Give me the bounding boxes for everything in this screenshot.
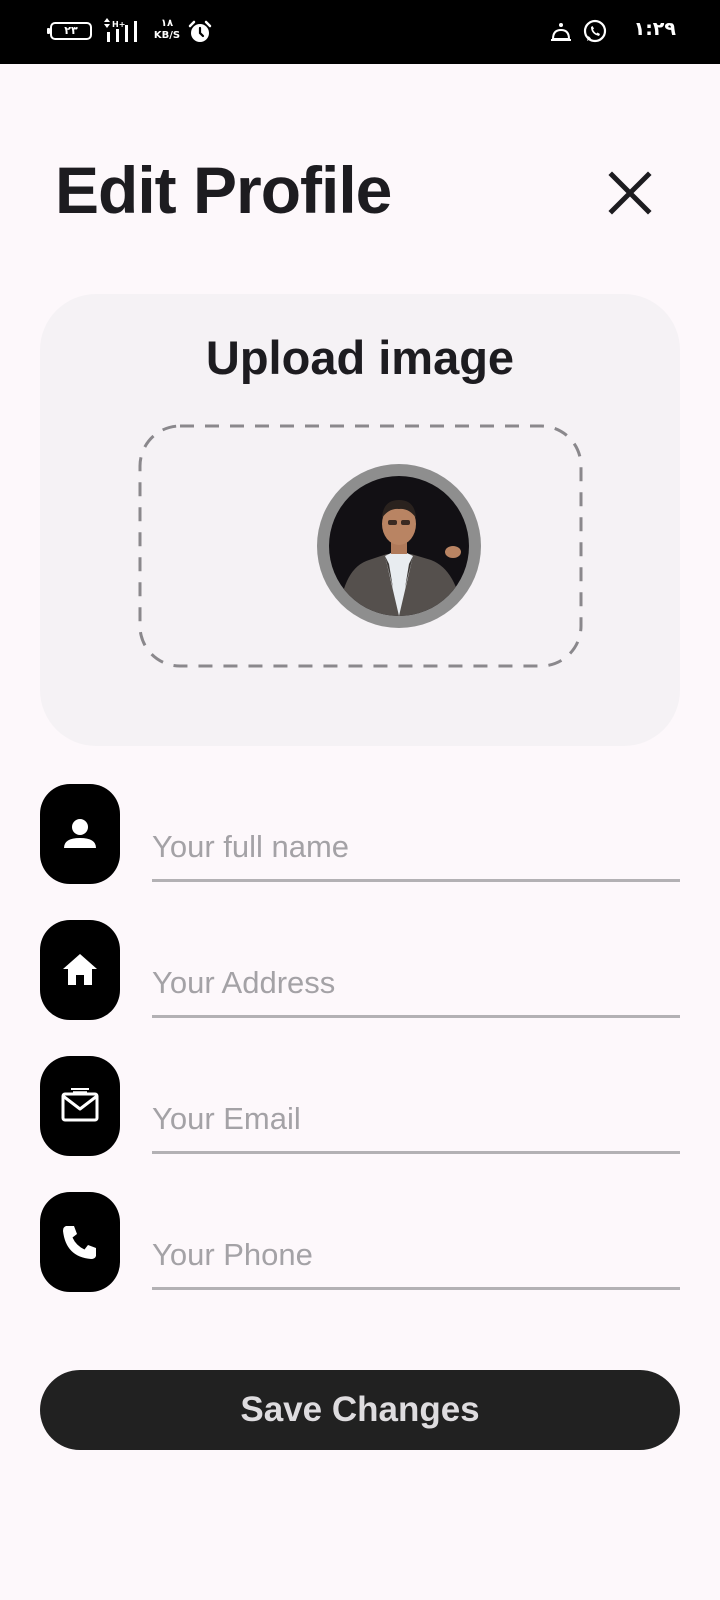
name-icon-tile	[40, 784, 120, 884]
address-input[interactable]	[152, 920, 680, 1018]
image-dropzone[interactable]	[138, 424, 583, 668]
upload-title: Upload image	[205, 331, 515, 384]
status-bar: ٢٣ H+ ١٨ KB/S ١:٢٩	[0, 0, 720, 64]
full-name-input[interactable]	[152, 784, 680, 882]
whatsapp-icon	[583, 19, 607, 43]
status-time: ١:٢٩	[633, 18, 676, 40]
network-speed: ١٨ KB/S	[150, 18, 184, 42]
phone-icon-tile	[40, 1192, 120, 1292]
save-changes-button[interactable]: Save Changes	[40, 1370, 680, 1450]
battery-icon: ٢٣	[47, 22, 92, 40]
signal-icon: H+	[104, 18, 137, 42]
page-title: Edit Profile	[55, 153, 392, 227]
email-icon-tile	[40, 1056, 120, 1156]
name-row	[40, 784, 680, 884]
close-icon	[608, 171, 652, 215]
home-icon	[63, 954, 97, 985]
phone-icon	[63, 1226, 96, 1259]
close-button[interactable]	[604, 167, 656, 219]
person-icon	[64, 819, 96, 848]
address-icon-tile	[40, 920, 120, 1020]
mail-icon	[61, 1088, 99, 1122]
alarm-icon	[188, 20, 212, 42]
avatar[interactable]	[317, 464, 481, 628]
upload-card: Upload image	[40, 294, 680, 746]
svg-text:H+: H+	[112, 20, 125, 29]
phone-input[interactable]	[152, 1192, 680, 1290]
notification-icon	[551, 23, 571, 41]
network-speed-unit: KB/S	[153, 30, 181, 41]
address-row	[40, 920, 680, 1020]
phone-row	[40, 1192, 680, 1292]
network-speed-value: ١٨	[160, 18, 174, 29]
email-row	[40, 1056, 680, 1156]
profile-photo	[329, 476, 469, 616]
email-input[interactable]	[152, 1056, 680, 1154]
